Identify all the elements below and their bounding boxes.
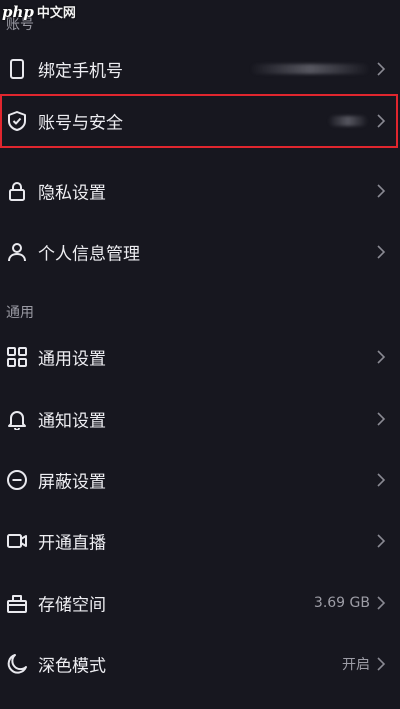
moon-icon (6, 653, 28, 675)
video-camera-icon (6, 530, 28, 552)
dark-mode-value: 开启 (342, 657, 370, 673)
chevron-right-icon (377, 596, 386, 610)
shield-check-icon (6, 110, 28, 132)
settings-item-label: 账号与安全 (38, 113, 123, 134)
watermark-site: 中文网 (36, 6, 76, 21)
block-icon (6, 469, 28, 491)
settings-item-account-security[interactable]: 账号与安全 (0, 92, 400, 150)
settings-item-bind-phone[interactable]: 绑定手机号 (0, 40, 400, 98)
phone-icon (6, 58, 28, 80)
settings-item-label: 深色模式 (38, 656, 106, 677)
settings-item-label: 绑定手机号 (38, 61, 123, 82)
settings-item-label: 通知设置 (38, 411, 106, 432)
chevron-right-icon (377, 473, 386, 487)
chevron-right-icon (377, 114, 386, 128)
watermark-brand: php (2, 2, 34, 21)
chevron-right-icon (377, 184, 386, 198)
chevron-right-icon (377, 657, 386, 671)
chevron-right-icon (377, 62, 386, 76)
settings-item-block[interactable]: 屏蔽设置 (0, 451, 400, 509)
chevron-right-icon (377, 245, 386, 259)
settings-item-general[interactable]: 通用设置 (0, 328, 400, 386)
settings-item-label: 开通直播 (38, 533, 106, 554)
person-icon (6, 241, 28, 263)
section-title-general: 通用 (6, 305, 34, 321)
lock-icon (6, 180, 28, 202)
settings-item-dark-mode[interactable]: 深色模式 开启 (0, 635, 400, 693)
chevron-right-icon (377, 350, 386, 364)
redacted-value (328, 116, 368, 126)
settings-item-label: 通用设置 (38, 349, 106, 370)
site-watermark: php 中文网 (2, 2, 76, 22)
bell-icon (6, 408, 28, 430)
storage-value: 3.69 GB (313, 595, 370, 611)
settings-item-label: 个人信息管理 (38, 244, 140, 265)
settings-item-label: 屏蔽设置 (38, 472, 106, 493)
settings-item-live[interactable]: 开通直播 (0, 512, 400, 570)
settings-item-label: 存储空间 (38, 595, 106, 616)
storage-box-icon (6, 592, 28, 614)
settings-item-notifications[interactable]: 通知设置 (0, 390, 400, 448)
settings-item-label: 隐私设置 (38, 183, 106, 204)
settings-item-storage[interactable]: 存储空间 3.69 GB (0, 574, 400, 632)
settings-item-personal-info[interactable]: 个人信息管理 (0, 223, 400, 281)
grid-icon (6, 346, 28, 368)
chevron-right-icon (377, 412, 386, 426)
chevron-right-icon (377, 534, 386, 548)
settings-item-privacy[interactable]: 隐私设置 (0, 162, 400, 220)
redacted-value (250, 64, 370, 74)
